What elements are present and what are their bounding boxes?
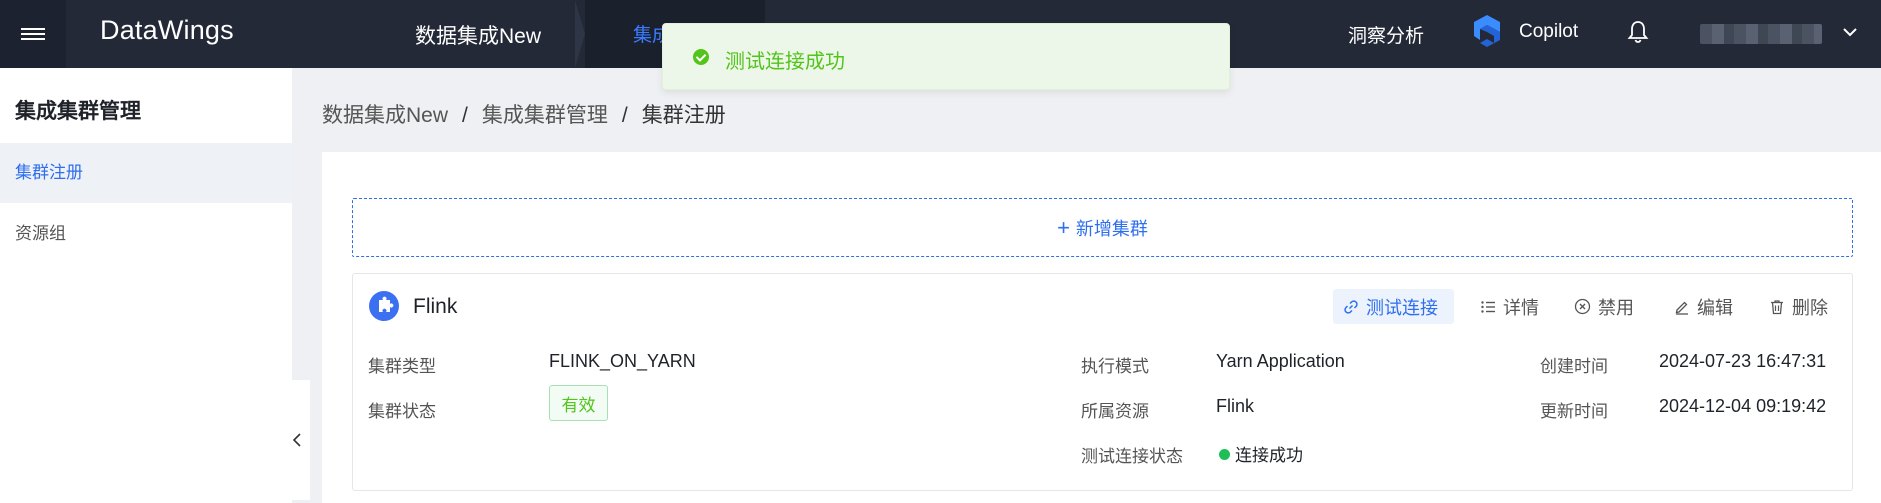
test-connection-button[interactable]: 测试连接: [1333, 289, 1454, 324]
detail-label: 详情: [1503, 297, 1539, 318]
nav-insight-analysis[interactable]: 洞察分析: [1348, 21, 1424, 48]
puzzle-icon: [369, 291, 399, 321]
created-time-label: 创建时间: [1540, 357, 1608, 376]
edit-label: 编辑: [1697, 297, 1733, 318]
copilot-logo-icon[interactable]: [1468, 12, 1506, 50]
sidebar: 集成集群管理 集群注册 资源组: [0, 68, 292, 503]
bell-icon[interactable]: [1626, 19, 1650, 45]
detail-button[interactable]: 详情: [1480, 289, 1539, 324]
breadcrumb: 数据集成New / 集成集群管理 / 集群注册: [322, 99, 726, 129]
nav-separator: [575, 0, 585, 68]
updated-time-value: 2024-12-04 09:19:42: [1659, 396, 1827, 416]
add-cluster-label: 新增集群: [1075, 218, 1148, 239]
link-icon: [1344, 299, 1358, 314]
check-circle-icon: [693, 49, 709, 65]
chevron-down-icon[interactable]: [1840, 22, 1860, 42]
sidebar-title: 集成集群管理: [15, 100, 141, 123]
trash-icon: [1771, 299, 1783, 314]
edit-button[interactable]: 编辑: [1674, 289, 1733, 324]
toast-message: 测试连接成功: [725, 51, 845, 73]
execution-mode-label: 执行模式: [1081, 357, 1149, 376]
success-toast: 测试连接成功: [662, 23, 1230, 90]
status-badge: 有效: [549, 385, 608, 421]
chevron-left-icon: [292, 433, 301, 447]
disable-label: 禁用: [1598, 297, 1634, 318]
cluster-card: Flink 测试连接 详情 禁用 编辑 删除 集群类型 FLINK_ON_YAR…: [352, 273, 1853, 491]
disable-button[interactable]: 禁用: [1574, 289, 1634, 324]
delete-label: 删除: [1792, 297, 1828, 318]
test-status-label: 测试连接状态: [1081, 447, 1183, 466]
sidebar-collapse-button[interactable]: [283, 380, 310, 500]
breadcrumb-item[interactable]: 数据集成New: [322, 104, 448, 127]
plus-icon: +: [1057, 214, 1070, 240]
user-account-name[interactable]: [1700, 24, 1822, 44]
breadcrumb-item[interactable]: 集成集群管理: [482, 104, 608, 127]
execution-mode-value: Yarn Application: [1216, 351, 1345, 371]
cluster-status-label: 集群状态: [368, 402, 436, 421]
app-brand: DataWings: [100, 15, 234, 45]
breadcrumb-separator: /: [621, 104, 628, 127]
sidebar-item-resource-group[interactable]: 资源组: [0, 204, 292, 264]
test-status-value: 连接成功: [1235, 446, 1303, 465]
cluster-name: Flink: [413, 295, 458, 318]
created-time-value: 2024-07-23 16:47:31: [1659, 351, 1827, 371]
close-circle-icon: [1574, 298, 1591, 315]
breadcrumb-current: 集群注册: [641, 104, 726, 127]
copilot-link[interactable]: Copilot: [1519, 21, 1578, 43]
project-switcher[interactable]: 数据集成New: [415, 20, 541, 50]
test-connection-label: 测试连接: [1366, 297, 1438, 318]
list-icon: [1481, 300, 1495, 313]
delete-button[interactable]: 删除: [1769, 289, 1828, 324]
sidebar-item-cluster-register[interactable]: 集群注册: [0, 143, 292, 203]
cluster-type-value: FLINK_ON_YARN: [549, 351, 696, 371]
updated-time-label: 更新时间: [1540, 402, 1608, 421]
breadcrumb-separator: /: [462, 104, 468, 127]
cluster-type-label: 集群类型: [368, 357, 436, 376]
resource-label: 所属资源: [1081, 402, 1149, 421]
add-cluster-button[interactable]: + 新增集群: [352, 198, 1853, 257]
pencil-icon: [1675, 301, 1688, 315]
hamburger-menu-icon[interactable]: [0, 0, 66, 68]
status-dot: [1219, 449, 1230, 460]
resource-value: Flink: [1216, 396, 1255, 416]
